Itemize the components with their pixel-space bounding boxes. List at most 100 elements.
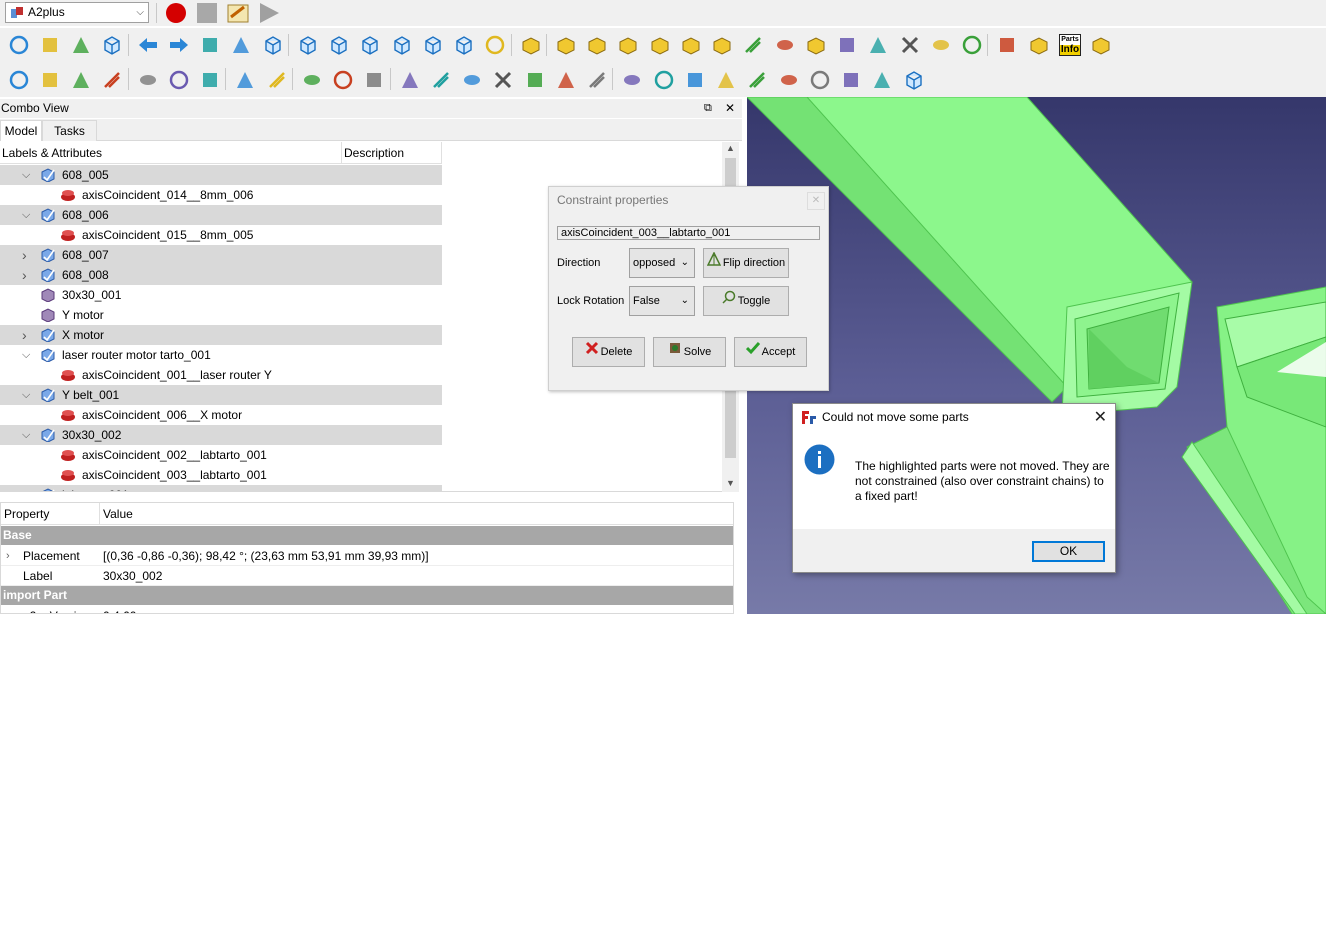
save-file-icon[interactable]: [70, 69, 92, 91]
undo-icon[interactable]: [234, 69, 256, 91]
constraint-name-field[interactable]: axisCoincident_003__labtarto_001: [557, 226, 820, 240]
tree-item[interactable]: axisCoincident_002__labtarto_001: [0, 445, 442, 465]
nav-forward-icon[interactable]: [168, 34, 190, 56]
duplicate-part-icon[interactable]: [711, 34, 733, 56]
property-value[interactable]: 0.4.60: [103, 606, 136, 613]
cube-icon[interactable]: [903, 69, 925, 91]
add-part-icon[interactable]: [520, 34, 542, 56]
plane-coincident-icon[interactable]: [746, 69, 768, 91]
bounding-box-icon[interactable]: [101, 34, 123, 56]
toggle-transparency-icon[interactable]: [774, 34, 796, 56]
property-header[interactable]: Property: [1, 503, 100, 525]
tree-item[interactable]: ⌵ 608_005: [0, 165, 442, 185]
scroll-down-icon[interactable]: ▼: [726, 478, 735, 488]
lock-rotation-select[interactable]: False ⌄: [629, 286, 695, 316]
chevron-down-icon[interactable]: ⌵: [22, 345, 32, 365]
open-file-icon[interactable]: [39, 69, 61, 91]
lock-icon[interactable]: [840, 69, 862, 91]
import-from-step-icon[interactable]: [742, 34, 764, 56]
tree-item[interactable]: › 608_008: [0, 265, 442, 285]
move-part-icon[interactable]: [805, 34, 827, 56]
delete-constraints-icon[interactable]: [899, 34, 921, 56]
sphere-constraint-icon[interactable]: [461, 69, 483, 91]
property-value[interactable]: 30x30_002: [103, 566, 162, 586]
new-file-icon[interactable]: [8, 69, 30, 91]
fit-selection-icon[interactable]: [39, 34, 61, 56]
paste-icon[interactable]: [199, 69, 221, 91]
axis-coincident-icon[interactable]: [555, 69, 577, 91]
close-icon[interactable]: ✕: [1094, 407, 1107, 427]
front-view-icon[interactable]: [297, 34, 319, 56]
tree-item[interactable]: › 608_007: [0, 245, 442, 265]
flip-icon[interactable]: [961, 34, 983, 56]
point-identity-icon[interactable]: [836, 34, 858, 56]
tree-item[interactable]: ⌵ 30x30_002: [0, 425, 442, 445]
save-as-icon[interactable]: [101, 69, 123, 91]
angle-constraint-icon[interactable]: [778, 69, 800, 91]
bottom-view-icon[interactable]: [422, 34, 444, 56]
draw-style-icon[interactable]: [70, 34, 92, 56]
property-row-version[interactable]: a2p_Version 0.4.60: [1, 606, 733, 613]
property-group-base[interactable]: Base: [1, 526, 733, 545]
ok-button[interactable]: OK: [1032, 541, 1105, 562]
nav-back-icon[interactable]: [137, 34, 159, 56]
tree-item[interactable]: axisCoincident_015__8mm_005: [0, 225, 442, 245]
parts-list-table-icon[interactable]: [1090, 34, 1112, 56]
tree-item[interactable]: axisCoincident_003__labtarto_001: [0, 465, 442, 485]
close-panel-icon[interactable]: ✕: [725, 99, 735, 118]
expand-arrow-icon[interactable]: ›: [6, 546, 10, 566]
close-icon[interactable]: ✕: [807, 192, 825, 210]
chevron-down-icon[interactable]: ⌵: [22, 205, 32, 225]
tree-item[interactable]: axisCoincident_014__8mm_006: [0, 185, 442, 205]
toggle-button[interactable]: Toggle: [703, 286, 789, 316]
tab-model[interactable]: Model: [0, 120, 42, 141]
chevron-right-icon[interactable]: ›: [22, 245, 32, 265]
property-row-label[interactable]: Label 30x30_002: [1, 566, 733, 586]
tree-item[interactable]: ⌵ 608_006: [0, 205, 442, 225]
parallel-constraint-icon[interactable]: [684, 69, 706, 91]
edit-part-icon[interactable]: [617, 34, 639, 56]
property-row-placement[interactable]: › Placement [(0,36 -0,86 -0,36); 98,42 °…: [1, 546, 733, 566]
solve-button[interactable]: Solve: [653, 337, 726, 367]
tree-item[interactable]: › X motor: [0, 325, 442, 345]
constraint-viewer-icon[interactable]: [930, 34, 952, 56]
zoom-menu-icon[interactable]: [230, 34, 252, 56]
add-sub-assembly-icon[interactable]: [555, 34, 577, 56]
float-panel-icon[interactable]: ⧉: [704, 99, 712, 118]
tab-tasks[interactable]: Tasks: [42, 120, 97, 141]
delete-button[interactable]: Delete: [572, 337, 645, 367]
tree-item[interactable]: ⌵ laser router motor tarto_001: [0, 345, 442, 365]
pyramid-icon[interactable]: [871, 69, 893, 91]
record-macro-icon[interactable]: [165, 2, 187, 24]
tree-header-labels[interactable]: Labels & Attributes: [0, 142, 342, 164]
point-on-line-icon[interactable]: [399, 69, 421, 91]
left-view-icon[interactable]: [453, 34, 475, 56]
plane-constraint-icon[interactable]: [715, 69, 737, 91]
measure-icon[interactable]: [484, 34, 506, 56]
center-of-mass-icon[interactable]: [809, 69, 831, 91]
macro-icon[interactable]: [301, 69, 323, 91]
top-view-icon[interactable]: [328, 34, 350, 56]
property-group-import-part[interactable]: import Part: [1, 586, 733, 605]
isometric-view-icon[interactable]: [262, 34, 284, 56]
axis-parallel-icon[interactable]: [621, 69, 643, 91]
chevron-down-icon[interactable]: ⌵: [22, 485, 32, 491]
edit-macro-icon[interactable]: [227, 2, 249, 24]
std-view-menu-icon[interactable]: [199, 34, 221, 56]
workbench-selector[interactable]: A2plus ⌵: [5, 2, 149, 23]
run-macro-icon[interactable]: [258, 2, 280, 24]
accept-button[interactable]: Accept: [734, 337, 807, 367]
tree-item[interactable]: axisCoincident_006__X motor: [0, 405, 442, 425]
tree-item[interactable]: ⌵ Y belt_001: [0, 385, 442, 405]
copy-icon[interactable]: [168, 69, 190, 91]
axial-align-icon[interactable]: [586, 69, 608, 91]
point-on-plane-icon[interactable]: [430, 69, 452, 91]
stop-macro-icon[interactable]: [196, 2, 218, 24]
property-value[interactable]: [(0,36 -0,86 -0,36); 98,42 °; (23,63 mm …: [103, 546, 429, 566]
chevron-right-icon[interactable]: ›: [22, 265, 32, 285]
tree-header-description[interactable]: Description: [342, 142, 442, 164]
flip-direction-button[interactable]: Flip direction: [703, 248, 789, 278]
direction-select[interactable]: opposed ⌄: [629, 248, 695, 278]
axis-plane-parallel-icon[interactable]: [653, 69, 675, 91]
convert-part-icon[interactable]: [680, 34, 702, 56]
